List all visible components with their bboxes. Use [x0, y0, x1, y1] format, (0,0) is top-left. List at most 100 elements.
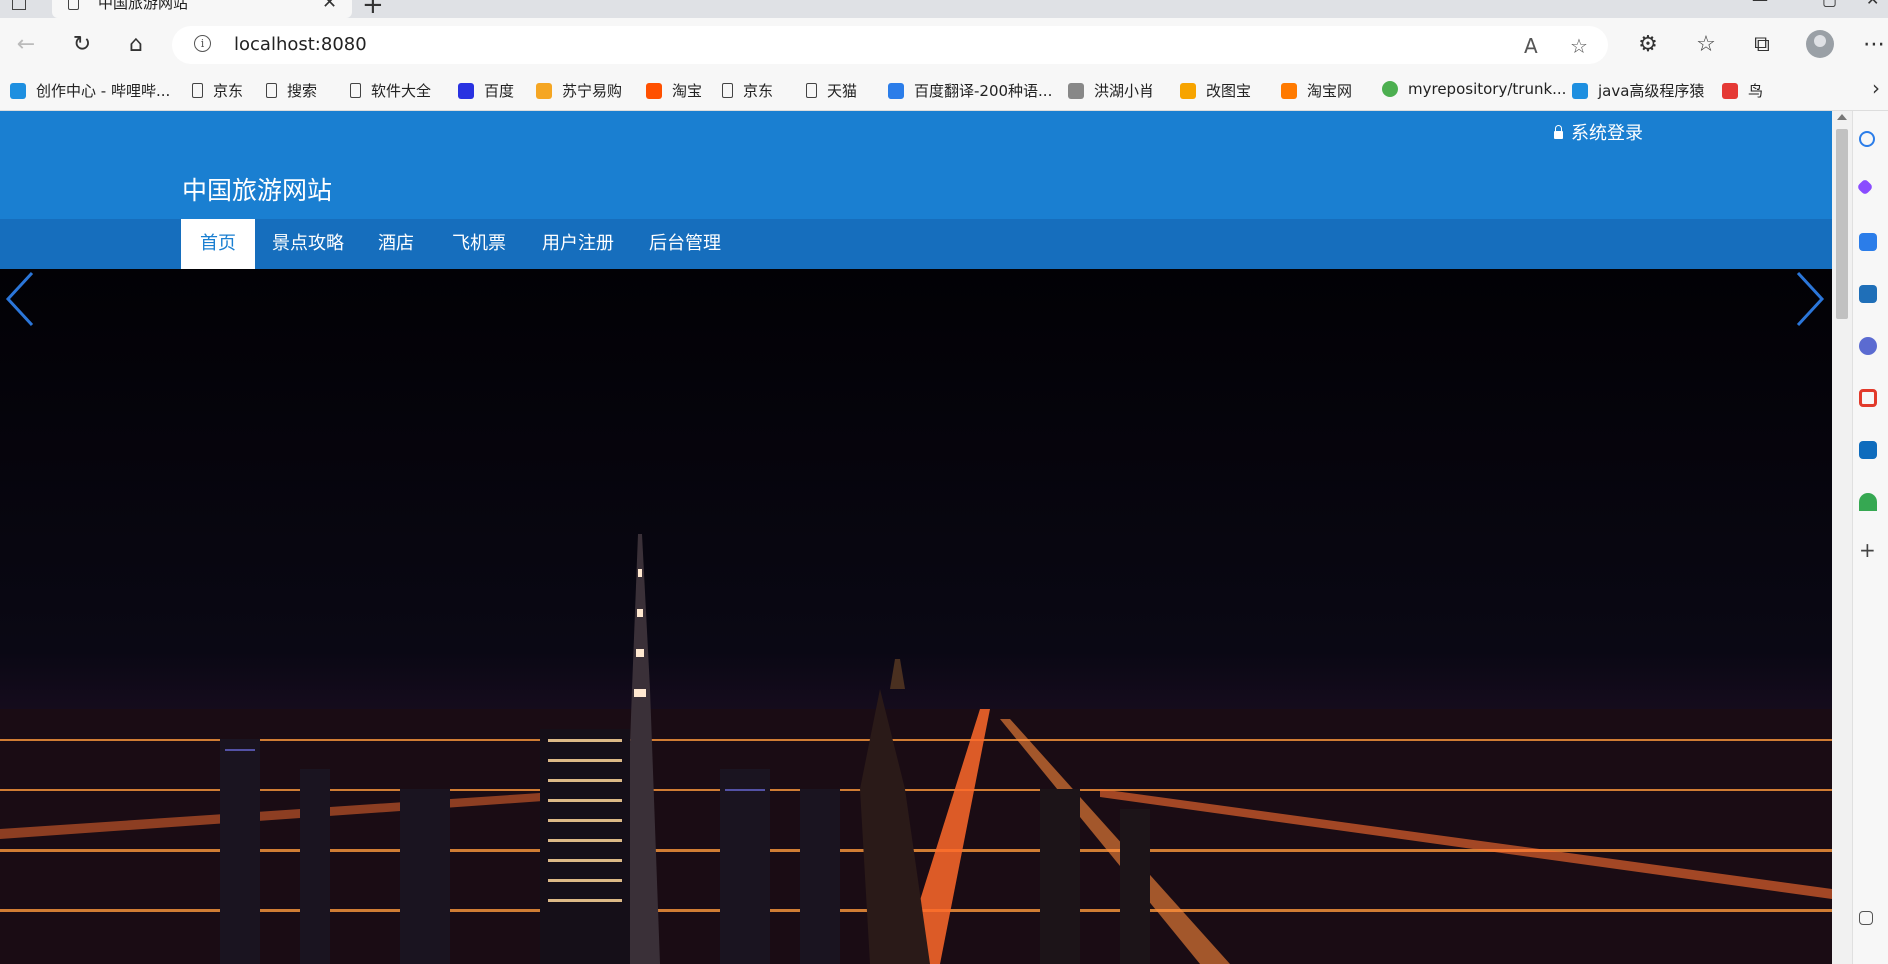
- carousel-prev-icon[interactable]: [4, 269, 38, 329]
- refresh-icon[interactable]: ↻: [66, 28, 98, 60]
- office-icon[interactable]: [1859, 389, 1877, 407]
- bookmark-label: 搜索: [287, 82, 318, 100]
- browser-toolbar: ← ↻ ⌂ i localhost:8080 A ☆ ⚙ ☆ ⧉ ⋯: [0, 18, 1888, 72]
- new-tab-button[interactable]: +: [362, 0, 384, 20]
- bird-icon: [1068, 82, 1084, 99]
- bookmark-item[interactable]: 淘宝网: [1281, 80, 1352, 101]
- url-text[interactable]: localhost:8080: [234, 34, 367, 55]
- bookmark-label: 淘宝: [672, 82, 703, 100]
- people-icon[interactable]: [1859, 337, 1877, 355]
- outlook-icon[interactable]: [1859, 441, 1877, 459]
- home-icon[interactable]: ⌂: [120, 28, 152, 60]
- bookmark-item[interactable]: 百度: [458, 80, 514, 101]
- hero-carousel: [0, 269, 1832, 964]
- carousel-next-icon[interactable]: [1792, 269, 1826, 329]
- extensions-icon[interactable]: ⚙: [1632, 28, 1664, 60]
- address-bar[interactable]: i localhost:8080 A ☆: [172, 26, 1608, 64]
- bookmark-item[interactable]: 鸟: [1722, 80, 1763, 101]
- bookmark-item[interactable]: myrepository/trunk...: [1382, 80, 1566, 98]
- bookmark-item[interactable]: 淘宝: [646, 80, 702, 101]
- bookmark-item[interactable]: 京东: [192, 80, 243, 101]
- bookmark-item[interactable]: 搜索: [266, 80, 317, 101]
- bird-red-icon: [1722, 82, 1738, 99]
- chrome-icon: [1382, 81, 1398, 97]
- bookmark-item[interactable]: 京东: [722, 80, 773, 101]
- nav-attractions[interactable]: 景点攻略: [272, 219, 344, 269]
- bookmark-label: 淘宝网: [1307, 82, 1353, 100]
- bookmark-item[interactable]: 天猫: [806, 80, 857, 101]
- translate-icon: [888, 82, 904, 99]
- bookmark-item[interactable]: 百度翻译-200种语...: [888, 80, 1052, 101]
- bookmark-item[interactable]: 洪湖小肖: [1068, 80, 1154, 101]
- tab-title: 中国旅游网站: [98, 0, 189, 12]
- bookmark-label: 改图宝: [1206, 82, 1252, 100]
- bookmark-label: 鸟: [1748, 82, 1764, 100]
- page-icon: [266, 83, 277, 98]
- page-scrollbar[interactable]: [1832, 111, 1852, 964]
- nav-hotels[interactable]: 酒店: [378, 219, 414, 269]
- bookmark-item[interactable]: java高级程序猿: [1572, 80, 1704, 101]
- city-night-image: [0, 269, 1832, 964]
- tag-icon[interactable]: [1859, 233, 1877, 251]
- add-icon[interactable]: +: [1859, 540, 1877, 560]
- bookmark-label: 百度翻译-200种语...: [914, 82, 1053, 100]
- bilibili-icon: [1572, 82, 1588, 99]
- lock-icon: [1554, 125, 1563, 139]
- site-info-icon[interactable]: i: [194, 35, 211, 52]
- bookmark-label: 苏宁易购: [562, 82, 623, 100]
- nav-flights[interactable]: 飞机票: [452, 219, 506, 269]
- browser-sidebar: +: [1852, 111, 1888, 964]
- more-menu-icon[interactable]: ⋯: [1858, 28, 1888, 60]
- browser-tab-strip: 中国旅游网站 ✕ + — ▢ ✕: [0, 0, 1888, 20]
- login-link[interactable]: 系统登录: [1554, 119, 1643, 145]
- minimize-icon[interactable]: —: [1752, 0, 1768, 9]
- scroll-up-icon[interactable]: [1837, 114, 1847, 120]
- bookmark-label: 软件大全: [371, 82, 432, 100]
- close-window-icon[interactable]: ✕: [1866, 0, 1879, 9]
- bookmark-label: 京东: [743, 82, 774, 100]
- browser-tab-active[interactable]: 中国旅游网站 ✕: [52, 0, 352, 18]
- profile-avatar[interactable]: [1806, 30, 1834, 58]
- page-icon: [722, 83, 733, 98]
- collections-icon[interactable]: ⧉: [1746, 28, 1778, 60]
- scroll-thumb[interactable]: [1836, 129, 1848, 319]
- read-aloud-icon[interactable]: A: [1524, 34, 1538, 58]
- nav-register[interactable]: 用户注册: [542, 219, 614, 269]
- bookmark-item[interactable]: 软件大全: [350, 80, 431, 101]
- copilot-icon[interactable]: [1856, 178, 1874, 196]
- restore-icon[interactable]: ▢: [1822, 0, 1837, 9]
- bookmark-item[interactable]: 苏宁易购: [536, 80, 622, 101]
- taobao-icon: [1281, 82, 1297, 99]
- login-label: 系统登录: [1571, 123, 1643, 144]
- sidebar-collapse-icon[interactable]: [1859, 911, 1873, 925]
- toolbox-icon[interactable]: [1859, 285, 1877, 303]
- bookmark-label: myrepository/trunk...: [1408, 80, 1567, 98]
- bookmark-item[interactable]: 创作中心 - 哔哩哔...: [10, 80, 170, 101]
- favorites-icon[interactable]: ☆: [1690, 28, 1722, 60]
- nav-admin[interactable]: 后台管理: [649, 219, 721, 269]
- bookmarks-bar: › 创作中心 - 哔哩哔... 京东 搜索 软件大全 百度 苏宁易购 淘宝 京东 天猫 百度翻译-…: [0, 72, 1888, 111]
- bookmark-item[interactable]: 改图宝: [1180, 80, 1251, 101]
- site-title: 中国旅游网站: [182, 176, 333, 205]
- bookmark-label: 洪湖小肖: [1094, 82, 1155, 100]
- baidu-paw-icon: [458, 82, 474, 99]
- page-viewport: 系统登录 中国旅游网站 首页 景点攻略 酒店 飞机票 用户注册 后台管理: [0, 111, 1832, 964]
- add-favorite-icon[interactable]: ☆: [1570, 34, 1588, 58]
- tab-actions-icon[interactable]: [12, 0, 26, 10]
- tree-icon[interactable]: [1859, 493, 1877, 511]
- nav-home[interactable]: 首页: [181, 219, 255, 269]
- bookmark-label: 创作中心 - 哔哩哔...: [36, 82, 171, 100]
- gaitubao-icon: [1180, 82, 1196, 99]
- main-nav: 首页 景点攻略 酒店 飞机票 用户注册 后台管理: [0, 219, 1832, 269]
- back-icon[interactable]: ←: [10, 28, 42, 60]
- page-icon: [350, 83, 361, 98]
- tab-close-icon[interactable]: ✕: [322, 0, 337, 13]
- bilibili-icon: [10, 82, 26, 99]
- taobao-icon: [646, 82, 662, 99]
- search-icon[interactable]: [1859, 131, 1875, 147]
- suning-icon: [536, 82, 552, 99]
- site-header: 系统登录 中国旅游网站: [0, 111, 1832, 219]
- bookmark-label: 天猫: [827, 82, 858, 100]
- bookmarks-overflow-icon[interactable]: ›: [1872, 76, 1880, 100]
- page-icon: [192, 83, 203, 98]
